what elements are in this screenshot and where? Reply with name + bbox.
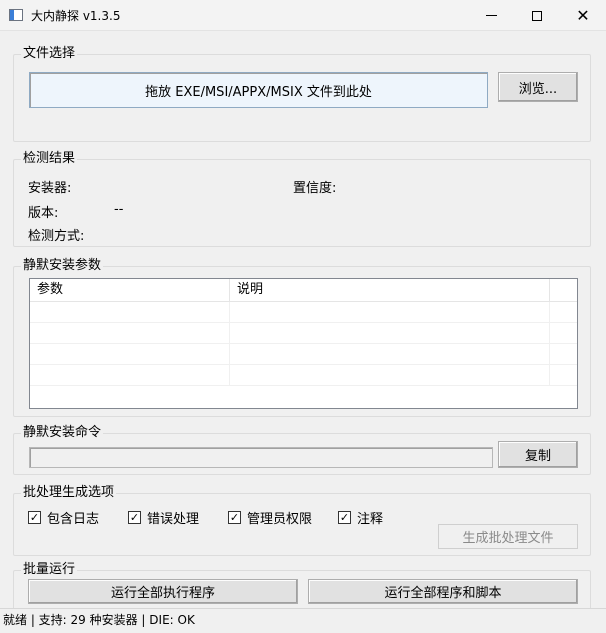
batch-run-group: 批量运行 运行全部执行程序 运行全部程序和脚本: [13, 562, 591, 610]
checkbox-checked-icon[interactable]: ✓: [338, 511, 351, 524]
params-table[interactable]: 参数 说明: [29, 278, 578, 409]
option-include-log[interactable]: ✓ 包含日志: [28, 508, 99, 527]
column-header-param[interactable]: 参数: [30, 279, 230, 301]
installer-label: 安装器:: [28, 181, 72, 196]
params-title: 静默安装参数: [21, 258, 104, 274]
generate-batch-button[interactable]: 生成批处理文件: [438, 524, 578, 549]
detect-result-title: 检测结果: [21, 151, 78, 167]
run-all-scripts-label: 运行全部程序和脚本: [384, 586, 502, 601]
copy-button[interactable]: 复制: [498, 441, 578, 468]
option-admin-rights[interactable]: ✓ 管理员权限: [228, 508, 312, 527]
title-bar: 大内静探 v1.3.5 ✕: [0, 0, 606, 31]
batch-options-group: 批处理生成选项 ✓ 包含日志 ✓ 错误处理 ✓ 管理员权限 ✓ 注释 生成批处理…: [13, 485, 591, 556]
copy-button-label: 复制: [524, 449, 551, 464]
batch-options-title: 批处理生成选项: [21, 485, 117, 501]
run-all-exe-button[interactable]: 运行全部执行程序: [28, 579, 298, 604]
generate-batch-label: 生成批处理文件: [462, 531, 554, 546]
detect-result-group: 检测结果 安装器: 置信度: 版本: -- 检测方式:: [13, 151, 591, 247]
confidence-label: 置信度:: [293, 181, 337, 196]
status-text: 就绪 | 支持: 29 种安装器 | DIE: OK: [3, 613, 195, 627]
table-row: [30, 344, 577, 365]
maximize-icon: [532, 10, 542, 21]
batch-run-title: 批量运行: [21, 562, 78, 578]
maximize-button[interactable]: [514, 0, 560, 31]
run-all-exe-label: 运行全部执行程序: [110, 586, 215, 601]
status-bar: 就绪 | 支持: 29 种安装器 | DIE: OK: [0, 608, 606, 633]
checkbox-checked-icon[interactable]: ✓: [128, 511, 141, 524]
version-label: 版本:: [28, 206, 59, 221]
minimize-icon: [485, 15, 497, 16]
drop-zone-text: 拖放 EXE/MSI/APPX/MSIX 文件到此处: [145, 84, 372, 100]
table-row: [30, 302, 577, 323]
close-icon: ✕: [576, 6, 590, 25]
column-header-desc[interactable]: 说明: [230, 279, 550, 301]
checkbox-checked-icon[interactable]: ✓: [228, 511, 241, 524]
version-value: --: [114, 202, 124, 217]
command-field[interactable]: [29, 447, 493, 468]
minimize-button[interactable]: [468, 0, 514, 31]
command-group: 静默安装命令 复制: [13, 425, 591, 475]
browse-button-label: 浏览...: [518, 81, 558, 97]
option-comments[interactable]: ✓ 注释: [338, 508, 383, 527]
params-group: 静默安装参数 参数 说明: [13, 258, 591, 417]
method-label: 检测方式:: [28, 229, 85, 244]
run-all-scripts-button[interactable]: 运行全部程序和脚本: [308, 579, 578, 604]
browse-button[interactable]: 浏览...: [498, 72, 578, 102]
file-drop-zone[interactable]: 拖放 EXE/MSI/APPX/MSIX 文件到此处: [29, 72, 488, 108]
table-row: [30, 365, 577, 386]
params-table-header: 参数 说明: [30, 279, 577, 302]
checkbox-checked-icon[interactable]: ✓: [28, 511, 41, 524]
close-button[interactable]: ✕: [560, 0, 606, 31]
window-title: 大内静探 v1.3.5: [31, 9, 121, 23]
table-row: [30, 323, 577, 344]
file-select-group: 文件选择 拖放 EXE/MSI/APPX/MSIX 文件到此处 浏览...: [13, 46, 591, 142]
command-title: 静默安装命令: [21, 425, 104, 441]
file-select-title: 文件选择: [21, 46, 78, 62]
app-icon: [9, 9, 23, 21]
option-error-handling[interactable]: ✓ 错误处理: [128, 508, 199, 527]
